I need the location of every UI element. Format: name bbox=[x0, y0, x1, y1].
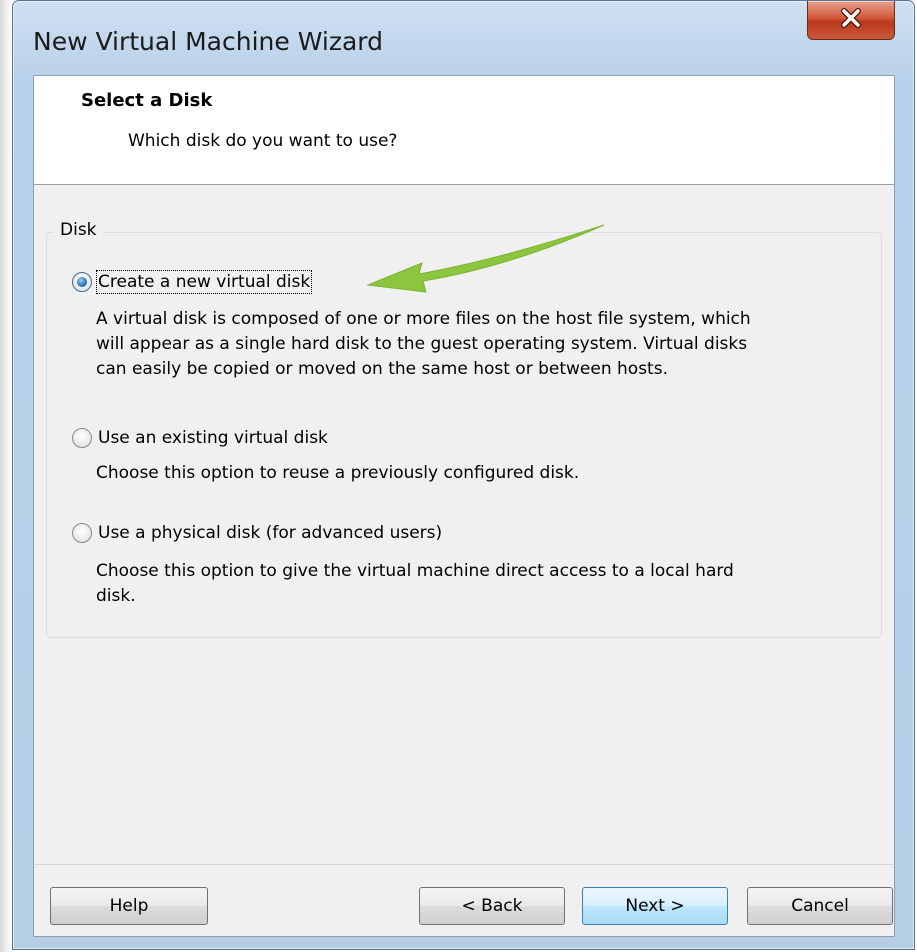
description-line: will appear as a single hard disk to the… bbox=[96, 334, 748, 354]
close-button[interactable] bbox=[807, 1, 895, 40]
radio-create-new-disk[interactable] bbox=[72, 272, 92, 292]
option-label[interactable]: Use an existing virtual disk bbox=[98, 428, 328, 448]
description-line: disk. bbox=[96, 586, 136, 606]
back-button[interactable]: < Back bbox=[419, 887, 565, 925]
button-bar-divider bbox=[34, 864, 894, 865]
wizard-header: Select a Disk Which disk do you want to … bbox=[34, 76, 894, 185]
description-line: Choose this option to give the virtual m… bbox=[96, 561, 734, 581]
radio-use-physical-disk[interactable] bbox=[72, 523, 92, 543]
radio-use-existing-disk[interactable] bbox=[72, 428, 92, 448]
option-description: Choose this option to give the virtual m… bbox=[96, 559, 876, 609]
cancel-button[interactable]: Cancel bbox=[747, 887, 893, 925]
option-use-physical-disk[interactable]: Use a physical disk (for advanced users) bbox=[72, 523, 442, 543]
description-line: A virtual disk is composed of one or mor… bbox=[96, 309, 751, 329]
wizard-content: Select a Disk Which disk do you want to … bbox=[33, 75, 895, 937]
option-description: A virtual disk is composed of one or mor… bbox=[96, 307, 876, 382]
option-description: Choose this option to reuse a previously… bbox=[96, 461, 876, 486]
help-button[interactable]: Help bbox=[50, 887, 208, 925]
disk-group-legend: Disk bbox=[54, 220, 103, 240]
background-window-edge bbox=[0, 0, 12, 952]
wizard-window: New Virtual Machine Wizard Select a Disk… bbox=[12, 0, 915, 950]
description-line: can easily be copied or moved on the sam… bbox=[96, 359, 668, 379]
page-subtitle: Which disk do you want to use? bbox=[128, 131, 398, 151]
option-use-existing-disk[interactable]: Use an existing virtual disk bbox=[72, 428, 328, 448]
page-title: Select a Disk bbox=[81, 90, 213, 111]
description-line: Choose this option to reuse a previously… bbox=[96, 463, 580, 483]
close-icon bbox=[840, 8, 862, 32]
option-label[interactable]: Create a new virtual disk bbox=[95, 270, 313, 294]
option-create-new-disk[interactable]: Create a new virtual disk bbox=[72, 270, 313, 294]
window-title: New Virtual Machine Wizard bbox=[33, 27, 383, 56]
option-label[interactable]: Use a physical disk (for advanced users) bbox=[98, 523, 442, 543]
next-button[interactable]: Next > bbox=[582, 887, 728, 925]
title-bar[interactable]: New Virtual Machine Wizard bbox=[13, 1, 914, 75]
